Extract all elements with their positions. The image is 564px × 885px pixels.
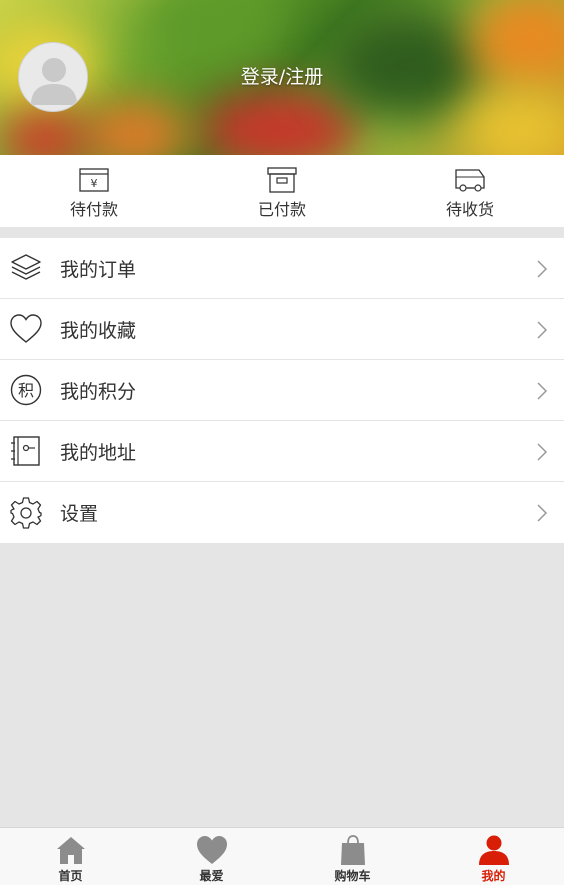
- menu-label: 我的积分: [60, 380, 137, 403]
- pending-payment-icon: ¥: [79, 168, 109, 192]
- points-glyph: 积: [18, 381, 34, 400]
- svg-text:¥: ¥: [91, 177, 98, 190]
- login-register-link[interactable]: 登录/注册: [0, 62, 564, 89]
- shopping-bag-icon: [340, 835, 365, 865]
- status-paid[interactable]: 已付款: [188, 155, 376, 227]
- heart-outline-icon: [10, 314, 42, 343]
- menu-item-favorites[interactable]: 我的收藏: [0, 299, 564, 360]
- address-book-icon: [11, 436, 40, 466]
- order-status-bar: ¥ 待付款 已付款 待收货: [0, 155, 564, 227]
- menu-item-points[interactable]: 积 我的积分: [0, 360, 564, 421]
- paid-box-icon: [267, 167, 297, 193]
- chevron-right-icon: [537, 321, 548, 339]
- tab-home[interactable]: 首页: [0, 828, 141, 885]
- status-label: 待付款: [69, 200, 118, 219]
- layers-icon: [11, 254, 41, 280]
- bg-blob: [460, 90, 564, 155]
- tab-label: 我的: [481, 869, 506, 883]
- heart-icon: [196, 836, 227, 864]
- chevron-right-icon: [537, 260, 548, 278]
- user-icon: [478, 835, 509, 865]
- tab-cart[interactable]: 购物车: [282, 828, 423, 885]
- menu-label: 我的地址: [60, 441, 137, 464]
- home-icon: [56, 837, 85, 864]
- menu-label: 设置: [60, 503, 99, 525]
- tab-mine[interactable]: 我的: [423, 828, 564, 885]
- points-icon: 积: [10, 374, 42, 406]
- bg-blob: [0, 110, 90, 155]
- menu-label: 我的订单: [60, 258, 137, 281]
- delivery-truck-icon: [455, 169, 485, 192]
- profile-header: 登录/注册: [0, 0, 564, 155]
- bg-blob: [80, 100, 190, 155]
- tab-label: 首页: [58, 869, 83, 883]
- status-label: 待收货: [445, 200, 494, 219]
- status-awaiting-delivery[interactable]: 待收货: [376, 155, 564, 227]
- status-label: 已付款: [257, 200, 306, 219]
- bottom-tab-bar: 首页 最爱 购物车 我的: [0, 827, 564, 885]
- menu-label: 我的收藏: [60, 319, 137, 342]
- status-pending-payment[interactable]: ¥ 待付款: [0, 155, 188, 227]
- tab-favorites[interactable]: 最爱: [141, 828, 282, 885]
- menu-item-settings[interactable]: 设置: [0, 482, 564, 543]
- account-menu: 我的订单 我的收藏 积 我的积分 我的地址 设置: [0, 238, 564, 543]
- menu-item-address[interactable]: 我的地址: [0, 421, 564, 482]
- tab-label: 购物车: [334, 869, 371, 883]
- gear-icon: [10, 496, 42, 529]
- chevron-right-icon: [537, 443, 548, 461]
- tab-label: 最爱: [199, 869, 224, 883]
- bg-blob: [140, 0, 280, 70]
- bg-blob: [200, 90, 360, 155]
- menu-item-orders[interactable]: 我的订单: [0, 238, 564, 299]
- chevron-right-icon: [537, 382, 548, 400]
- chevron-right-icon: [537, 504, 548, 522]
